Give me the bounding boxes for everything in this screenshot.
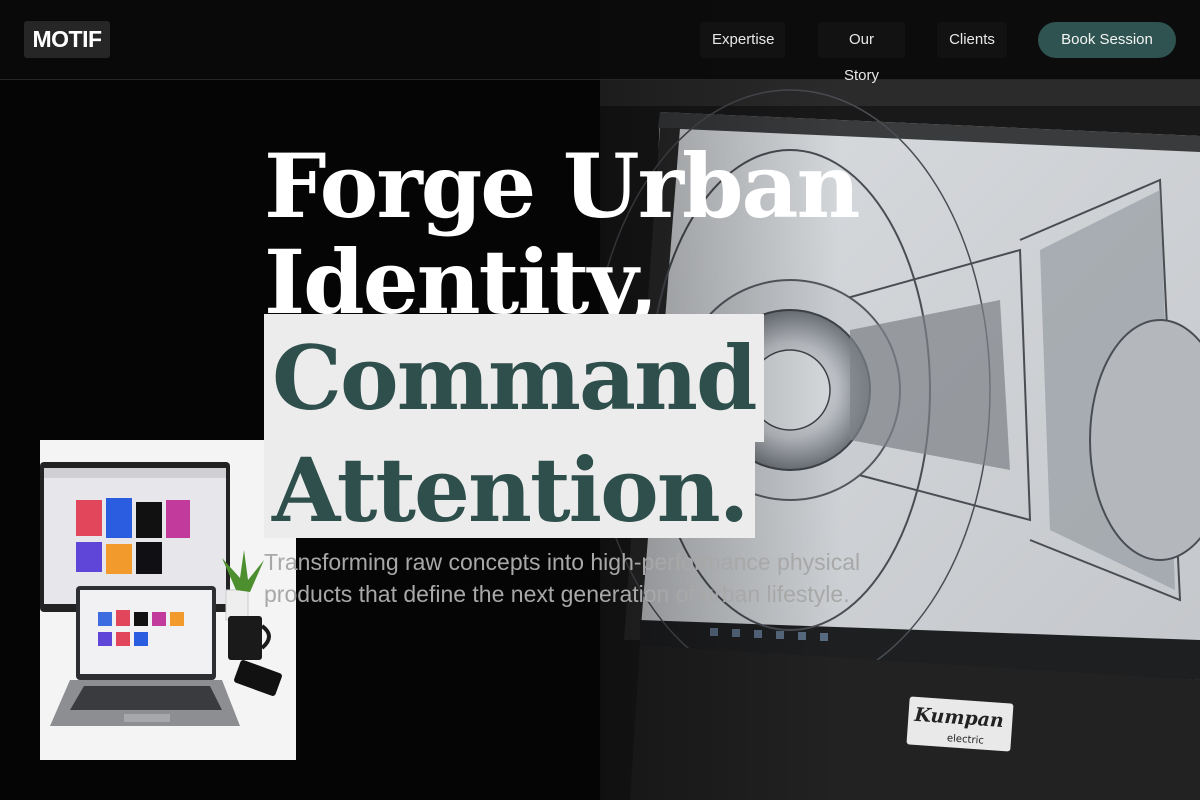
nav-link-expertise[interactable]: Expertise [700, 22, 785, 58]
hero-subtitle: Transforming raw concepts into high-perf… [264, 549, 861, 607]
headline-highlight-attention: Attention. [264, 442, 756, 538]
headline-line-1: Forge Urban [264, 134, 861, 238]
nav-link-clients[interactable]: Clients [937, 22, 1007, 58]
logo[interactable]: MOTIF [24, 21, 110, 58]
inset-laptop-image [40, 440, 296, 760]
nav-link-our-story[interactable]: Our Story [818, 22, 905, 84]
headline-highlight-command: Command [264, 314, 764, 442]
book-session-button[interactable]: Book Session [1038, 22, 1176, 58]
top-navigation-bar: MOTIF Expertise Our Story Clients Book S… [0, 0, 1200, 84]
hero-headline: Forge Urban Identity, Command Attention. [264, 134, 861, 538]
